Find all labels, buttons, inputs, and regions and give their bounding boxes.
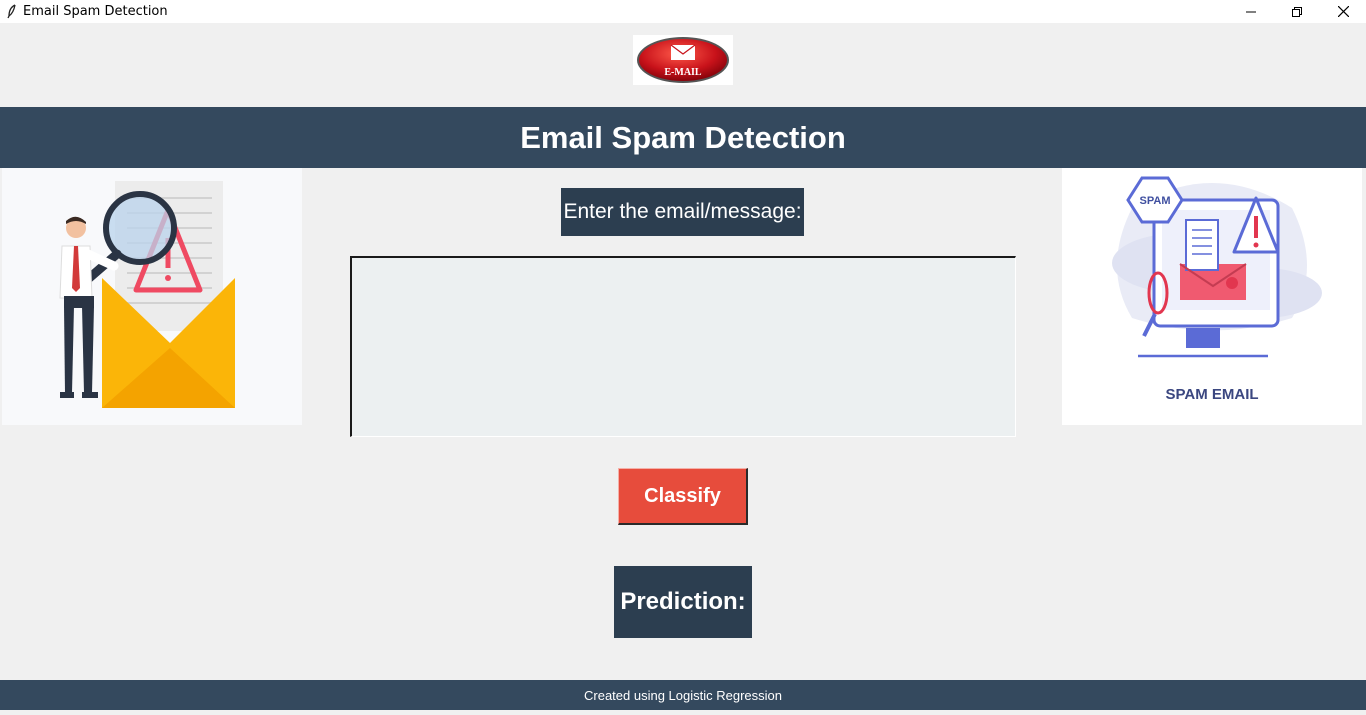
title-bar: Email Spam Detection	[0, 0, 1366, 23]
logo-text: E-MAIL	[664, 67, 702, 78]
email-logo: E-MAIL	[633, 35, 733, 85]
minimize-icon	[1246, 11, 1256, 12]
prediction-label: Prediction:	[614, 566, 752, 638]
close-button[interactable]	[1320, 0, 1366, 23]
minimize-button[interactable]	[1228, 0, 1274, 23]
footer: Created using Logistic Regression	[0, 680, 1366, 710]
feather-icon	[5, 4, 19, 20]
restore-icon	[1292, 6, 1302, 17]
restore-button[interactable]	[1274, 0, 1320, 23]
envelope-icon	[670, 44, 696, 60]
spam-email-caption: SPAM EMAIL	[1165, 386, 1258, 403]
footer-text: Created using Logistic Regression	[584, 687, 782, 703]
bottom-strip	[0, 710, 1366, 715]
close-icon	[1337, 6, 1349, 17]
left-illustration	[2, 168, 302, 425]
bug-icon	[1226, 277, 1238, 289]
page-title: Email Spam Detection	[520, 119, 846, 155]
svg-text:SPAM: SPAM	[1140, 195, 1171, 207]
right-illustration: SPAM SPAM EMAIL	[1062, 168, 1362, 425]
window-controls	[1228, 0, 1366, 23]
window-title: Email Spam Detection	[23, 4, 168, 19]
message-prompt-label: Enter the email/message:	[561, 188, 804, 236]
classify-button[interactable]: Classify	[618, 468, 748, 525]
message-input[interactable]	[350, 256, 1016, 437]
spam-badge: SPAM	[1126, 176, 1184, 224]
header-band: Email Spam Detection	[0, 107, 1366, 168]
